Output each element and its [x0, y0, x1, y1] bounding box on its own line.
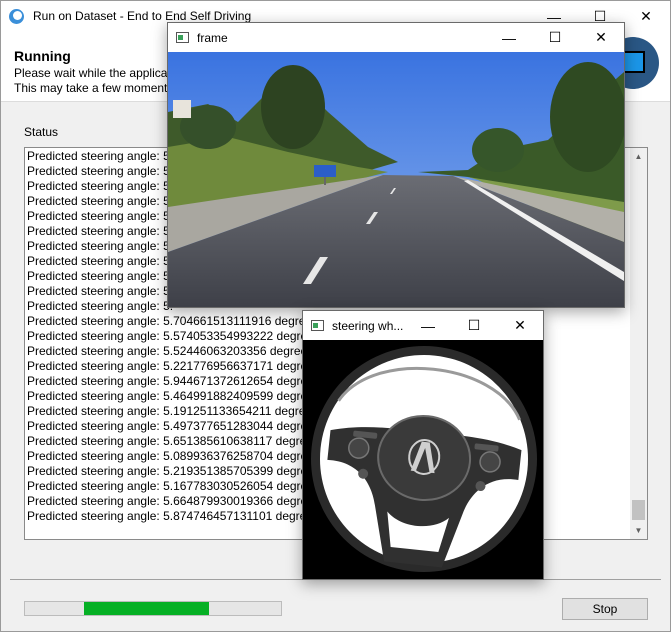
- road-camera-frame: [168, 52, 624, 307]
- status-line: Predicted steering angle: 5.704661513111…: [27, 314, 319, 328]
- status-line: Predicted steering angle: 5.874746457131…: [27, 509, 320, 523]
- steering-wheel-image: [303, 340, 543, 579]
- status-line: Predicted steering angle: 5.651385610638…: [27, 434, 320, 448]
- status-line: Predicted steering angle: 5.191251133654…: [27, 404, 319, 418]
- frame-window-icon: [176, 32, 189, 43]
- frame-window: frame — ☐ ✕: [167, 22, 625, 308]
- scrollbar-thumb[interactable]: [632, 500, 645, 520]
- wheel-maximize-button[interactable]: ☐: [451, 311, 497, 340]
- status-line: Predicted steering angle: 5.524460632033…: [27, 344, 314, 358]
- frame-minimize-button[interactable]: —: [486, 23, 532, 52]
- stop-button[interactable]: Stop: [562, 598, 648, 620]
- status-line: Predicted steering angle: 5.944671372612…: [27, 374, 320, 388]
- status-line: Predicted steering angle: 5.497377651283…: [27, 419, 320, 433]
- steering-wheel-window-icon: [311, 320, 324, 331]
- wheel-close-button[interactable]: ✕: [497, 311, 543, 340]
- status-label: Status: [24, 125, 59, 139]
- status-scrollbar[interactable]: ▲ ▼: [630, 148, 647, 539]
- progress-bar: [24, 601, 282, 616]
- wait-message: Please wait while the applicat: [14, 66, 171, 80]
- status-line: Predicted steering angle: 5.221776956637…: [27, 359, 320, 373]
- frame-titlebar[interactable]: frame — ☐ ✕: [168, 23, 624, 52]
- progress-fill: [84, 602, 209, 615]
- frame-close-button[interactable]: ✕: [578, 23, 624, 52]
- main-window-title: Run on Dataset - End to End Self Driving: [33, 9, 252, 23]
- app-icon: [9, 9, 24, 24]
- status-line: Predicted steering angle: 5.167783030526…: [27, 479, 320, 493]
- main-close-button[interactable]: ✕: [623, 1, 669, 32]
- status-line: Predicted steering angle: 5.464991882409…: [27, 389, 320, 403]
- steering-wheel-titlebar[interactable]: steering wh... — ☐ ✕: [303, 311, 543, 340]
- steering-wheel-window: steering wh... — ☐ ✕: [302, 310, 544, 580]
- frame-window-title: frame: [197, 31, 228, 45]
- scroll-down-icon[interactable]: ▼: [630, 522, 647, 539]
- status-line: Predicted steering angle: 5.219351385705…: [27, 464, 320, 478]
- status-line: Predicted steering angle: 5.664879930019…: [27, 494, 320, 508]
- time-message: This may take a few moments: [14, 81, 174, 95]
- status-line: Predicted steering angle: 5.089936376258…: [27, 449, 320, 463]
- status-title: Running: [14, 48, 71, 64]
- wheel-minimize-button[interactable]: —: [405, 311, 451, 340]
- status-line: Predicted steering angle: 5.574053354993…: [27, 329, 320, 343]
- frame-maximize-button[interactable]: ☐: [532, 23, 578, 52]
- scroll-up-icon[interactable]: ▲: [630, 148, 647, 165]
- steering-wheel-window-title: steering wh...: [332, 319, 404, 333]
